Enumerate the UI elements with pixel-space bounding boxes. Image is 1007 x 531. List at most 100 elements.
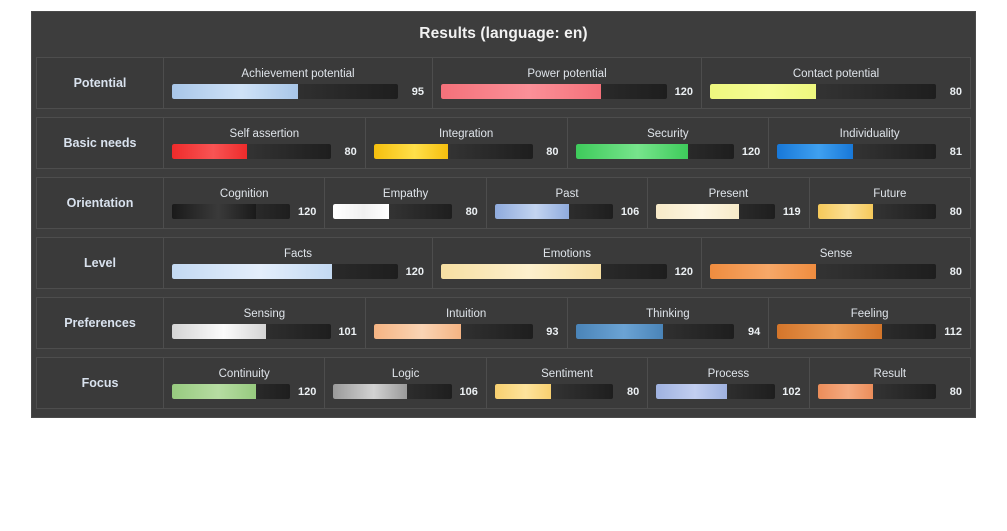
trait-bar-fill [777,324,882,339]
trait-bar-fill [817,204,874,219]
trait-bar-line: 120 [172,384,316,399]
trait-cell: Empathy 80 [325,178,487,228]
trait-cell: Result 80 [810,358,970,408]
category-row: Basic needs Self assertion 80 Integration 80… [36,117,971,169]
trait-value: 112 [944,325,962,338]
trait-bar-track [333,204,452,219]
category-row: Orientation Cognition 120 Empathy 80 Past 106 P… [36,177,971,229]
trait-bar-line: 120 [172,204,316,219]
trait-name: Contact potential [792,68,880,80]
trait-value: 120 [674,265,693,278]
trait-value: 119 [782,205,801,218]
trait-cell: Thinking 94 [568,298,770,348]
trait-cell: Present 119 [648,178,810,228]
trait-value: 106 [459,385,478,398]
results-panel: Results (language: en) Potential Achievem… [31,11,976,418]
trait-bar-track [575,324,735,339]
trait-cell: Continuity 120 [164,358,326,408]
trait-bar-line: 120 [575,144,760,159]
trait-bar-fill [575,144,688,159]
trait-bar-line: 120 [441,84,693,99]
trait-value: 80 [949,265,962,278]
trait-bar-fill [656,204,740,219]
trait-cells: Cognition 120 Empathy 80 Past 106 Present 119 Fu… [164,177,971,229]
trait-bar-line: 95 [172,84,424,99]
trait-bar-line: 80 [373,144,559,159]
trait-bar-line: 106 [494,204,640,219]
trait-bar-track [441,264,667,279]
trait-bar-fill [494,204,569,219]
trait-value: 102 [782,385,801,398]
page-title: Results (language: en) [419,25,588,42]
trait-cell: Process 102 [648,358,810,408]
trait-cells: Continuity 120 Logic 106 Sentiment 80 Process 1… [164,357,971,409]
trait-bar-track [494,384,614,399]
trait-value: 80 [465,205,478,218]
trait-cells: Sensing 101 Intuition 93 Thinking 94 Feeling 11… [164,297,971,349]
trait-cell: Sense 80 [702,238,970,288]
category-row: Potential Achievement potential 95 Power po… [36,57,971,109]
trait-name: Feeling [850,308,889,320]
trait-name: Integration [438,128,494,140]
trait-bar-fill [373,144,449,159]
trait-value: 94 [748,325,761,338]
trait-value: 80 [626,385,640,398]
category-label-preferences: Preferences [36,297,164,349]
trait-cell: Logic 106 [325,358,487,408]
trait-name: Self assertion [229,128,300,140]
trait-bar-fill [575,324,664,339]
trait-bar-fill [172,204,256,219]
trait-bar-track [710,84,936,99]
trait-name: Individuality [839,128,900,140]
trait-bar-fill [710,264,817,279]
trait-name: Intuition [445,308,487,320]
trait-cell: Contact potential 80 [702,58,970,108]
trait-bar-fill [333,204,390,219]
trait-bar-fill [777,144,853,159]
trait-name: Security [647,128,689,140]
category-label-level: Level [36,237,164,289]
trait-bar-fill [172,264,332,279]
trait-bar-track [172,84,398,99]
trait-bar-track [172,264,398,279]
trait-bar-track [172,204,291,219]
trait-bar-track [656,384,775,399]
trait-cell: Individuality 81 [769,118,970,168]
category-row: Focus Continuity 120 Logic 106 Sentiment 80 Pro… [36,357,971,409]
trait-bar-line: 93 [373,324,559,339]
trait-bar-track [172,384,291,399]
trait-value: 120 [298,385,317,398]
trait-value: 80 [949,205,963,218]
trait-bar-line: 80 [494,384,640,399]
trait-cell: Achievement potential 95 [164,58,433,108]
trait-bar-fill [172,144,247,159]
trait-bar-line: 120 [172,264,424,279]
trait-bar-track [710,264,936,279]
trait-value: 120 [674,85,693,98]
trait-bar-track [172,144,331,159]
trait-cell: Integration 80 [366,118,568,168]
trait-name: Continuity [218,368,270,380]
trait-bar-line: 80 [710,264,962,279]
trait-bar-line: 80 [817,384,962,399]
trait-name: Result [873,368,907,380]
trait-name: Empathy [382,188,429,200]
category-rows: Potential Achievement potential 95 Power po… [32,57,975,417]
trait-bar-fill [441,264,601,279]
category-row: Level Facts 120 Emotions 120 Sense 80 [36,237,971,289]
trait-cell: Intuition 93 [366,298,568,348]
trait-name: Logic [391,368,420,380]
trait-name: Achievement potential [241,68,355,80]
category-label-basic-needs: Basic needs [36,117,164,169]
trait-cell: Emotions 120 [433,238,702,288]
trait-bar-line: 80 [710,84,962,99]
trait-name: Cognition [219,188,269,200]
trait-value: 106 [620,205,640,218]
trait-bar-fill [172,84,299,99]
trait-cell: Security 120 [568,118,770,168]
trait-bar-line: 119 [656,204,801,219]
trait-cells: Achievement potential 95 Power potential 12… [164,57,971,109]
trait-bar-track [441,84,667,99]
trait-bar-track [656,204,775,219]
trait-name: Past [555,188,579,200]
